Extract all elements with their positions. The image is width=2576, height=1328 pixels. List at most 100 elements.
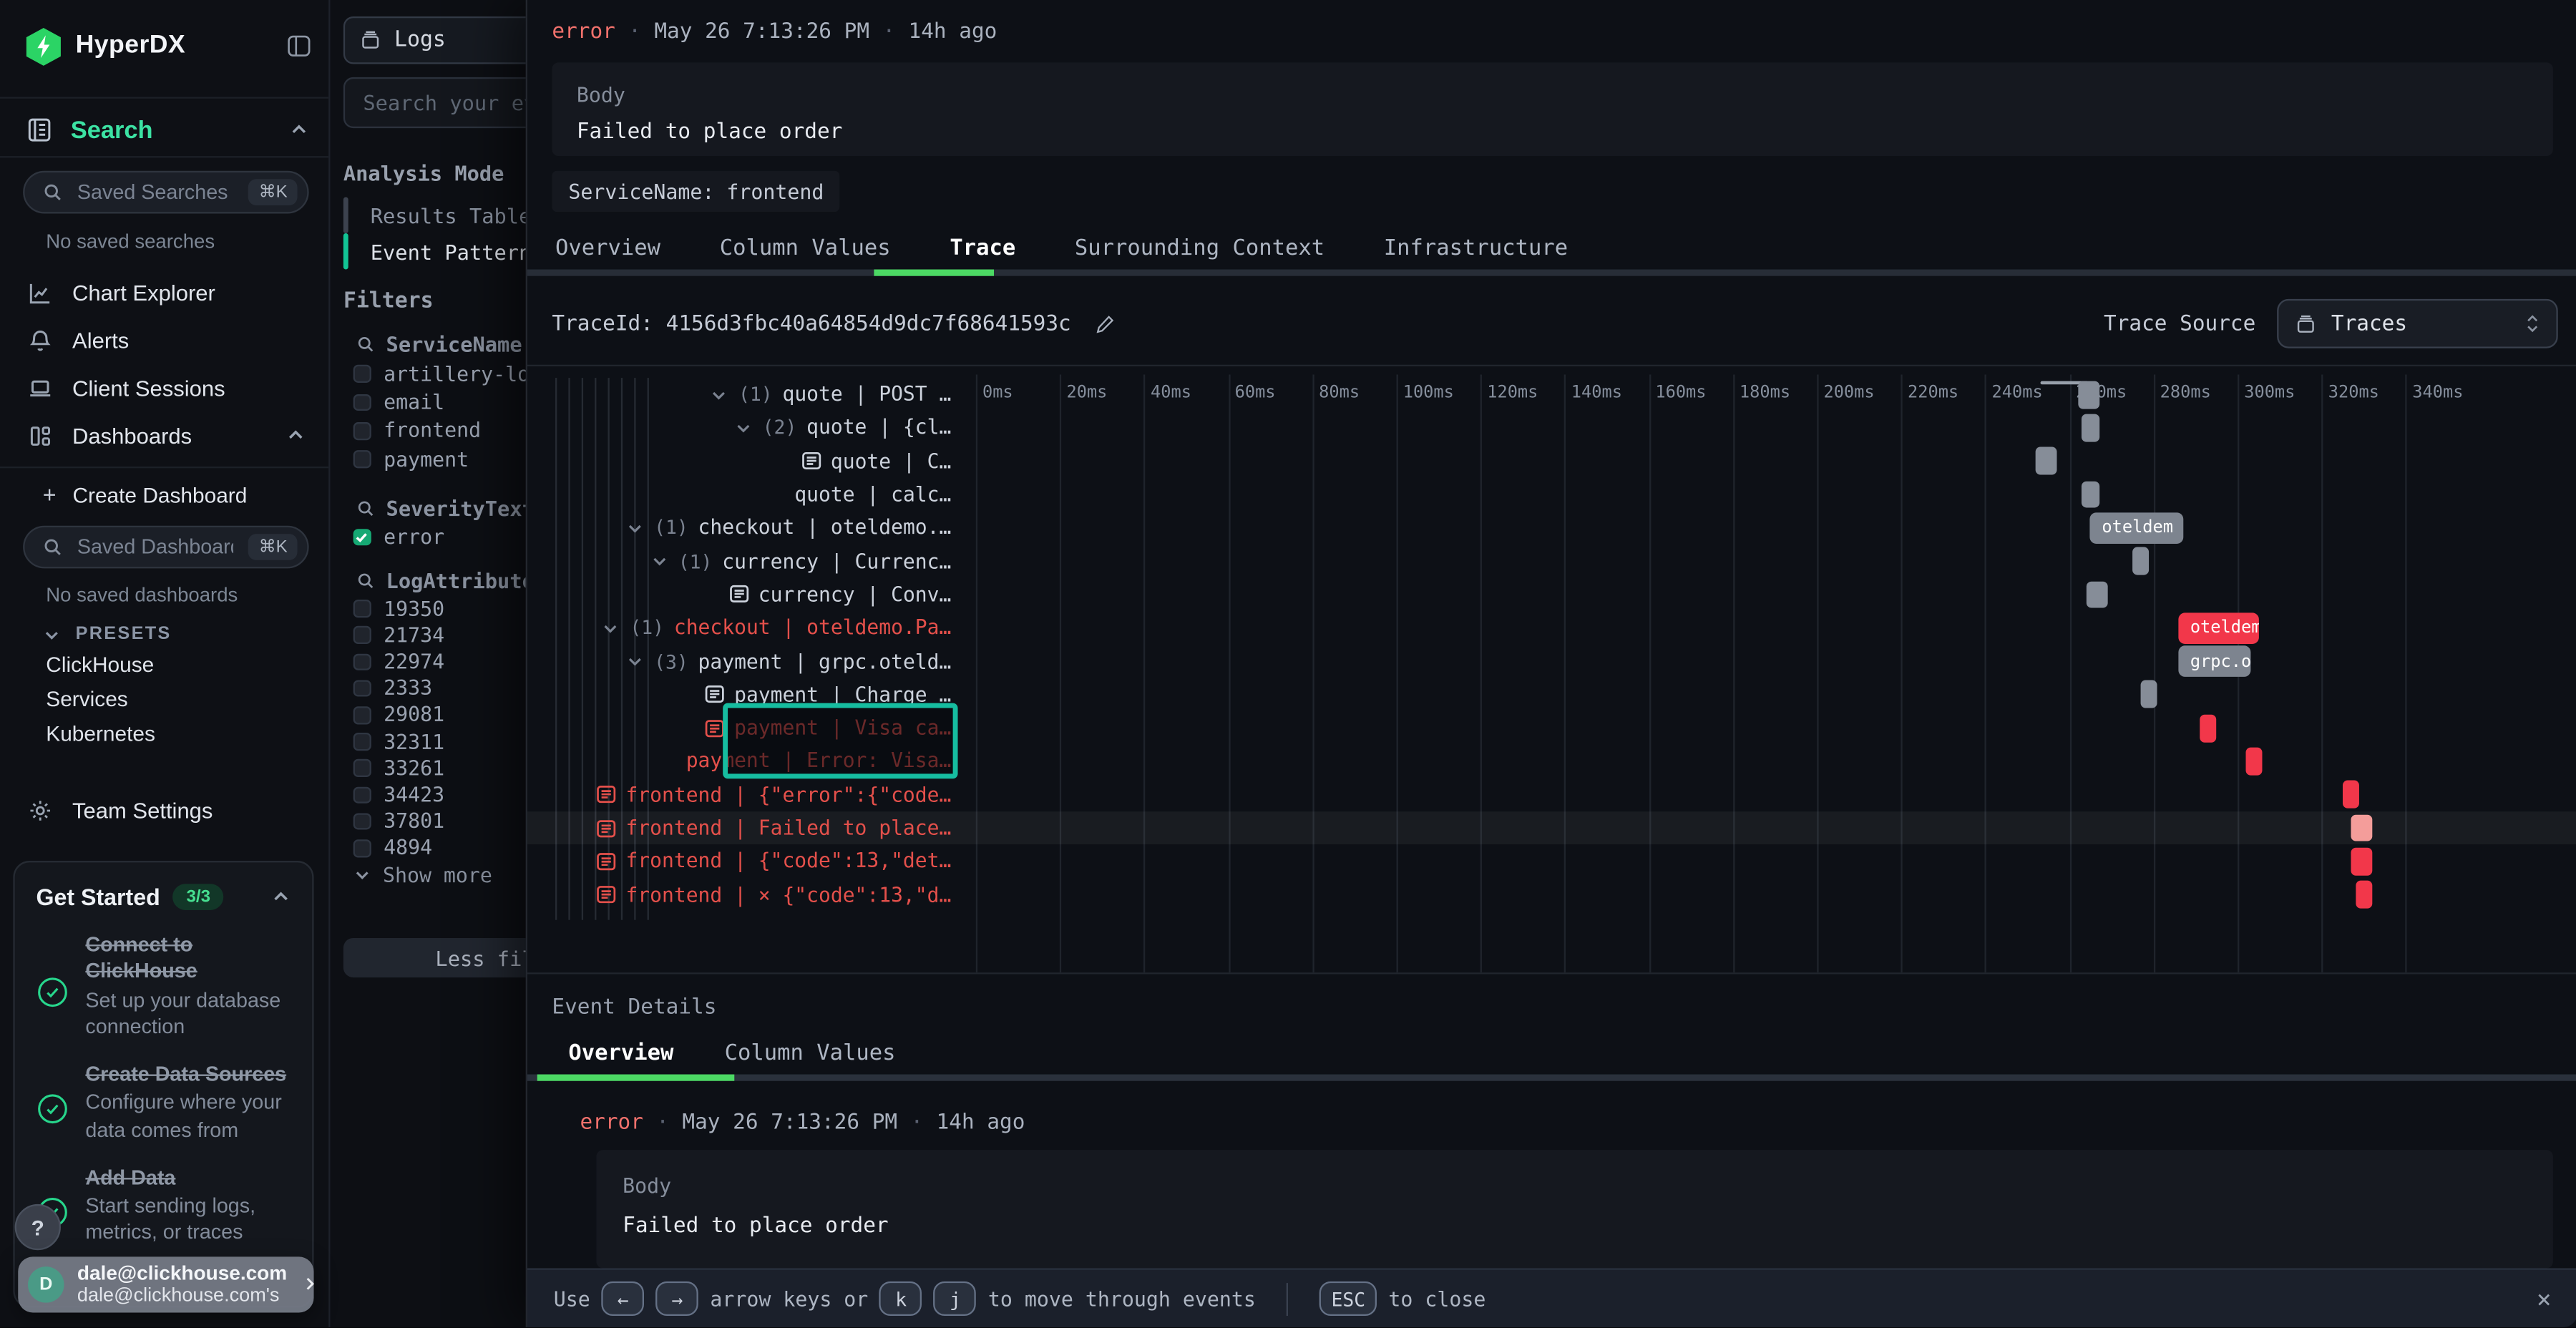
filter-option-error[interactable]: error — [353, 523, 526, 551]
preset-services[interactable]: Services — [46, 683, 127, 715]
filter-option-37801[interactable]: 37801 — [353, 808, 526, 836]
trace-tree-row[interactable]: frontend | × {"code":13,"d… — [527, 878, 951, 912]
trace-tree-row[interactable]: (1)currency | Currenc… — [527, 545, 951, 578]
trace-tree-row[interactable]: (3)payment | grpc.oteld… — [527, 645, 951, 678]
chevron-down-icon[interactable] — [626, 519, 644, 537]
trace-span-bar[interactable] — [2246, 748, 2263, 776]
trace-span-bar[interactable] — [2351, 814, 2372, 842]
search-icon[interactable] — [356, 499, 374, 517]
event-details-tab-column-values[interactable]: Column Values — [725, 1040, 896, 1065]
chevron-up-icon[interactable] — [271, 887, 291, 907]
trace-tree-row[interactable]: (1)quote | POST … — [527, 378, 951, 411]
tab-column-values[interactable]: Column Values — [720, 235, 891, 260]
search-icon[interactable] — [356, 334, 374, 352]
filter-option-29081[interactable]: 29081 — [353, 701, 526, 729]
less-filters-button[interactable]: Less fil — [343, 938, 526, 977]
trace-tree-row[interactable]: currency | Conv… — [527, 578, 951, 612]
filter-option-21734[interactable]: 21734 — [353, 621, 526, 649]
get-started-item[interactable]: Add DataStart sending logs, metrics, or … — [36, 1164, 291, 1246]
checkbox[interactable] — [353, 680, 371, 697]
tab-surrounding-context[interactable]: Surrounding Context — [1075, 235, 1324, 260]
checkbox[interactable] — [353, 653, 371, 670]
checkbox[interactable] — [353, 365, 371, 382]
checkbox[interactable] — [353, 813, 371, 830]
service-name-chip[interactable]: ServiceName: frontend — [552, 171, 840, 212]
trace-tree-row[interactable]: frontend | {"code":13,"det… — [527, 845, 951, 879]
trace-span-bar[interactable] — [2082, 481, 2099, 509]
trace-tree-row[interactable]: frontend | Failed to place… — [527, 811, 951, 845]
checkbox[interactable] — [353, 733, 371, 751]
checkbox[interactable] — [353, 760, 371, 777]
saved-searches-search[interactable]: ⌘K — [23, 171, 308, 214]
chevron-down-icon[interactable] — [650, 552, 668, 570]
trace-span-bar[interactable] — [2200, 714, 2216, 742]
filter-option-4894[interactable]: 4894 — [353, 834, 526, 862]
sidebar-item-client-sessions[interactable]: Client Sessions — [26, 366, 309, 409]
sidebar-item-dashboards[interactable]: Dashboards — [26, 414, 309, 457]
chevron-down-icon[interactable] — [711, 386, 728, 404]
checkbox-checked[interactable] — [353, 528, 371, 545]
filter-option-2333[interactable]: 2333 — [353, 675, 526, 703]
close-icon[interactable]: × — [2537, 1284, 2552, 1314]
get-started-item[interactable]: Connect to ClickHouseSet up your databas… — [36, 932, 291, 1040]
collapse-sidebar-icon[interactable] — [286, 33, 312, 59]
trace-span-bar[interactable] — [2086, 581, 2107, 609]
show-more-button[interactable]: Show more — [353, 861, 492, 889]
preset-clickhouse[interactable]: ClickHouse — [46, 649, 154, 680]
trace-tree-row[interactable]: (1)checkout | oteldemo.Pa… — [527, 611, 951, 645]
trace-span-bar[interactable]: oteldem — [2179, 612, 2259, 643]
chevron-down-icon[interactable] — [626, 653, 644, 670]
trace-tree-row[interactable]: frontend | {"error":{"code… — [527, 778, 951, 811]
trace-span-bar[interactable] — [2132, 547, 2149, 575]
chevron-down-icon[interactable] — [735, 419, 753, 436]
trace-span-bar[interactable] — [2356, 881, 2372, 909]
preset-kubernetes[interactable]: Kubernetes — [46, 718, 155, 749]
trace-span-bar[interactable] — [2343, 781, 2359, 809]
filter-option-frontend[interactable]: frontend — [353, 417, 526, 445]
checkbox[interactable] — [353, 706, 371, 723]
trace-tree-row[interactable]: (1)checkout | oteldemo.… — [527, 511, 951, 545]
create-dashboard-button[interactable]: + Create Dashboard — [43, 477, 248, 513]
checkbox[interactable] — [353, 394, 371, 411]
edit-pencil-icon[interactable] — [1094, 313, 1116, 334]
trace-source-select[interactable]: Traces — [2277, 299, 2558, 348]
trace-tree-row[interactable]: quote | C… — [527, 444, 951, 478]
trace-span-bar[interactable] — [2082, 414, 2099, 442]
filter-option-email[interactable]: email — [353, 389, 526, 416]
filter-option-19350[interactable]: 19350 — [353, 595, 526, 622]
source-selector-button[interactable]: Logs — [343, 16, 526, 64]
trace-span-bar[interactable] — [2036, 447, 2057, 475]
checkbox[interactable] — [353, 422, 371, 439]
presets-toggle[interactable]: PRESETS — [43, 620, 172, 649]
trace-span-bar[interactable]: grpc.o — [2179, 645, 2250, 677]
trace-span-bar[interactable]: oteldem — [2090, 512, 2182, 544]
analysis-mode-event-patterns[interactable]: Event Patterns — [343, 233, 526, 270]
tab-overview[interactable]: Overview — [555, 235, 660, 260]
chevron-down-icon[interactable] — [602, 619, 620, 637]
sidebar-item-alerts[interactable]: Alerts — [26, 318, 309, 361]
trace-span-bar[interactable] — [2351, 847, 2372, 875]
event-search-input[interactable] — [360, 89, 526, 117]
trace-span-bar[interactable] — [2141, 680, 2157, 708]
analysis-mode-results-table[interactable]: Results Table — [343, 197, 526, 234]
filter-option-payment[interactable]: payment — [353, 446, 526, 474]
trace-span-bar[interactable] — [2078, 381, 2099, 409]
saved-searches-input[interactable] — [74, 179, 237, 205]
saved-dashboards-search[interactable]: ⌘K — [23, 526, 308, 569]
trace-tree-row[interactable]: quote | calc… — [527, 478, 951, 512]
filter-option-34423[interactable]: 34423 — [353, 781, 526, 809]
filter-option-33261[interactable]: 33261 — [353, 754, 526, 782]
search-icon[interactable] — [356, 572, 374, 590]
filter-option-artillery-loa[interactable]: artillery-loa — [353, 360, 526, 388]
help-button[interactable]: ? — [15, 1204, 61, 1250]
sidebar-item-search[interactable]: Search — [26, 109, 309, 152]
sidebar-item-team-settings[interactable]: Team Settings — [26, 788, 309, 831]
checkbox[interactable] — [353, 839, 371, 856]
trace-tree-row[interactable]: (2)quote | {cl… — [527, 411, 951, 445]
get-started-item[interactable]: Create Data SourcesConfigure where your … — [36, 1061, 291, 1143]
checkbox[interactable] — [353, 600, 371, 617]
saved-dashboards-input[interactable] — [74, 534, 237, 560]
filter-option-22974[interactable]: 22974 — [353, 648, 526, 675]
user-card[interactable]: D dale@clickhouse.com dale@clickhouse.co… — [18, 1256, 313, 1312]
tab-infrastructure[interactable]: Infrastructure — [1384, 235, 1568, 260]
